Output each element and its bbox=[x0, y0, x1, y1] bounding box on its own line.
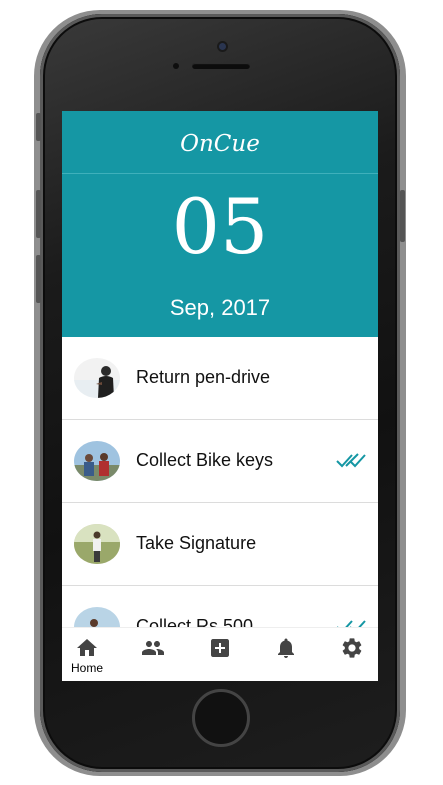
front-camera bbox=[219, 43, 226, 50]
nav-notifications[interactable] bbox=[261, 628, 311, 681]
nav-people[interactable] bbox=[128, 628, 178, 681]
people-icon bbox=[142, 641, 164, 655]
power-button bbox=[400, 190, 405, 242]
day-number: 05 bbox=[171, 182, 269, 271]
earpiece-speaker bbox=[192, 63, 250, 69]
proximity-sensor bbox=[173, 63, 179, 69]
avatar bbox=[74, 358, 120, 398]
home-icon bbox=[77, 639, 97, 656]
bell-icon bbox=[278, 638, 294, 658]
task-item[interactable]: Take Signature bbox=[62, 503, 378, 586]
avatar bbox=[74, 607, 120, 627]
volume-up-button bbox=[36, 190, 41, 238]
task-label: Take Signature bbox=[136, 533, 257, 553]
nav-settings[interactable] bbox=[327, 628, 377, 681]
done-all-icon bbox=[336, 453, 366, 468]
volume-down-button bbox=[36, 255, 41, 303]
month-year: Sep, 2017 bbox=[169, 295, 271, 320]
avatar bbox=[74, 524, 120, 564]
task-label: Collect Rs 500 bbox=[136, 616, 254, 627]
task-list: Return pen-drive Collect Bike keys Take … bbox=[62, 337, 378, 627]
date-header: OnCue 05 Sep, 2017 bbox=[62, 111, 378, 337]
phone-home-button[interactable] bbox=[192, 689, 250, 747]
task-item[interactable]: Return pen-drive bbox=[62, 337, 378, 420]
nav-home-label: Home bbox=[70, 661, 103, 675]
nav-add[interactable] bbox=[195, 628, 245, 681]
mute-switch bbox=[36, 113, 41, 141]
task-label: Return pen-drive bbox=[136, 367, 271, 387]
task-label: Collect Bike keys bbox=[136, 450, 274, 470]
task-item[interactable]: Collect Bike keys bbox=[62, 420, 378, 503]
add-box-icon bbox=[211, 639, 229, 657]
bottom-navigation: Home bbox=[62, 627, 378, 681]
done-all-icon bbox=[337, 620, 366, 627]
header-divider bbox=[62, 173, 378, 174]
app-screen: OnCue 05 Sep, 2017 Return pen-drive Coll… bbox=[62, 111, 378, 681]
app-title: OnCue bbox=[180, 131, 260, 157]
nav-home[interactable]: Home bbox=[62, 628, 112, 681]
gear-icon bbox=[342, 638, 362, 658]
task-item[interactable]: Collect Rs 500 bbox=[62, 586, 378, 627]
avatar bbox=[74, 441, 120, 481]
